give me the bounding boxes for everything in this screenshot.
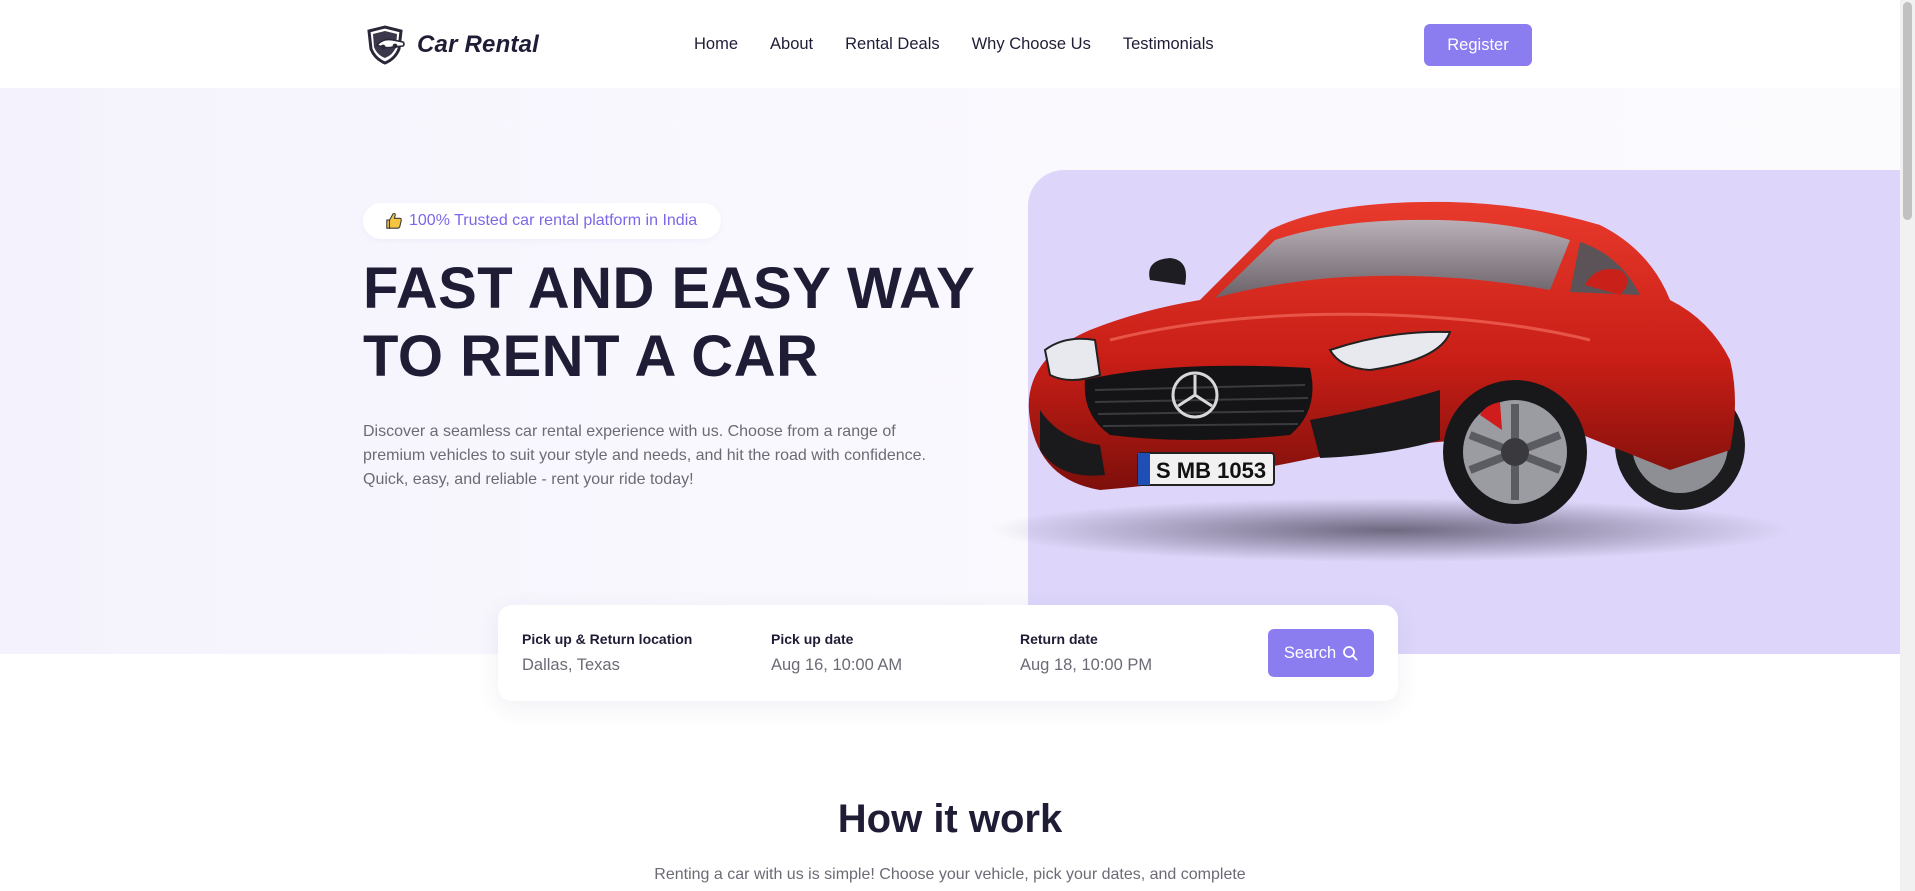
booking-search-card: Pick up & Return location Dallas, Texas … [498,605,1398,701]
hero-headline-line2: TO RENT A CAR [363,324,819,389]
search-button[interactable]: Search [1268,629,1374,677]
search-icon [1343,646,1358,661]
nav-link-rental-deals[interactable]: Rental Deals [845,35,939,54]
return-date-field[interactable]: Return date Aug 18, 10:00 PM [1020,631,1152,675]
register-button[interactable]: Register [1424,24,1532,66]
nav-link-about[interactable]: About [770,35,813,54]
nav-link-home[interactable]: Home [694,35,738,54]
pickup-date-label: Pick up date [771,631,854,647]
search-button-label: Search [1283,643,1337,662]
scrollbar-thumb[interactable] [1903,2,1912,220]
brand-logo[interactable]: Car Rental [363,25,539,65]
location-field[interactable]: Pick up & Return location Dallas, Texas [522,631,692,675]
page-scrollbar[interactable] [1900,0,1915,891]
how-it-works-title: How it work [837,797,1063,841]
brand-name: Car Rental [417,31,540,58]
nav-link-why-choose-us[interactable]: Why Choose Us [972,35,1091,54]
hero-description: Discover a seamless car rental experienc… [363,423,926,488]
navbar: Car Rental Home About Rental Deals Why C… [0,0,1900,88]
location-value[interactable]: Dallas, Texas [522,656,692,675]
how-it-works-description: Renting a car with us is simple! Choose … [654,866,1246,883]
pickup-date-value[interactable]: Aug 16, 10:00 AM [771,656,902,675]
car-shield-logo-icon [367,25,405,65]
main-menu: Home About Rental Deals Why Choose Us Te… [694,35,1246,54]
trust-badge: 100% Trusted car rental platform in Indi… [363,203,722,239]
nav-link-testimonials[interactable]: Testimonials [1123,35,1214,54]
page: Car Rental Home About Rental Deals Why C… [0,0,1900,891]
hero-headline-line1: FAST AND EASY WAY [363,256,976,321]
location-label: Pick up & Return location [522,631,693,647]
license-plate-text: S MB 1053 [1156,458,1266,483]
thumbs-up-icon [386,212,402,229]
pickup-date-field[interactable]: Pick up date Aug 16, 10:00 AM [771,631,902,675]
return-date-value[interactable]: Aug 18, 10:00 PM [1020,656,1152,675]
hero-headline: FAST AND EASY WAY TO RENT A CAR [363,255,983,391]
red-sports-car-image: S MB 1053 [990,201,1790,562]
trust-badge-text: 100% Trusted car rental platform in Indi… [409,212,698,229]
return-date-label: Return date [1020,631,1098,647]
